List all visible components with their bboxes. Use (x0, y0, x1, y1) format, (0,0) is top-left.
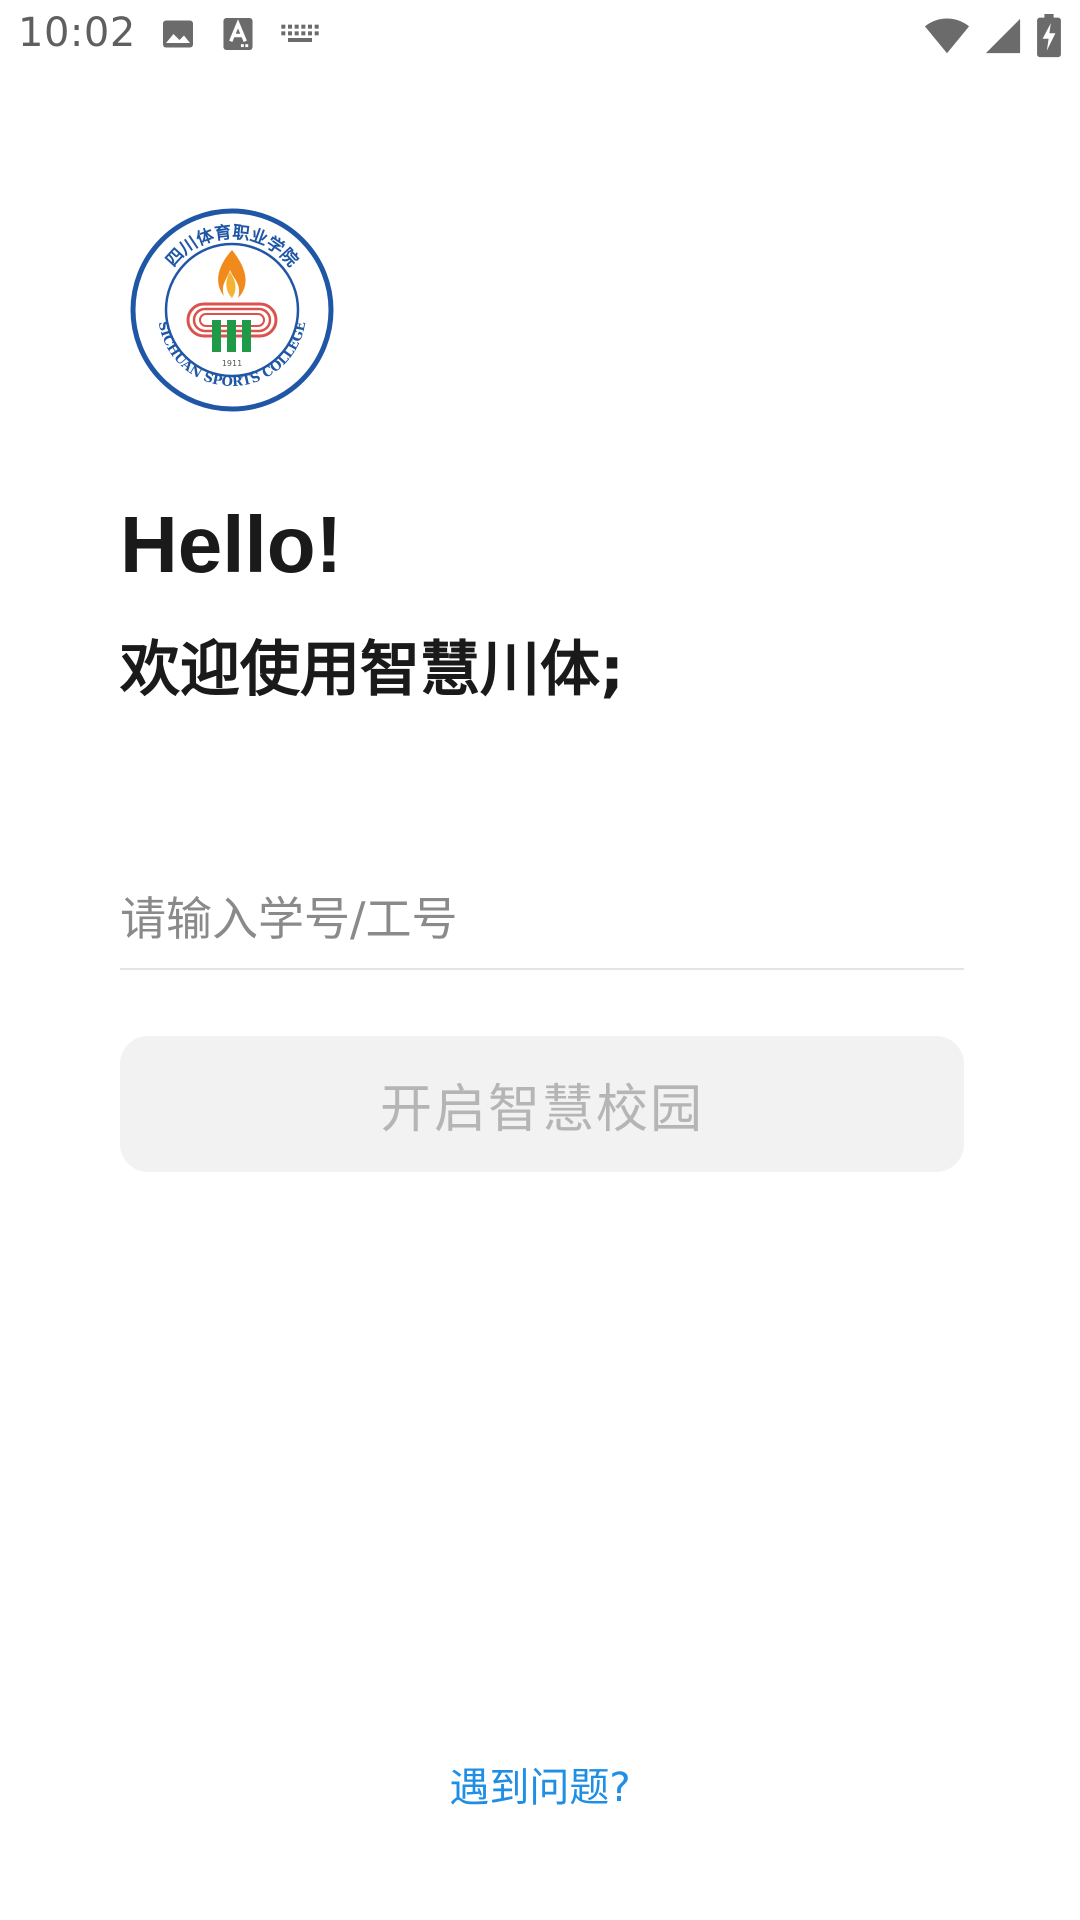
notification-icons (160, 16, 320, 52)
image-icon (160, 16, 196, 52)
logo-year: 1911 (222, 359, 242, 368)
system-icons (924, 14, 1062, 58)
start-smart-campus-button[interactable]: 开启智慧校园 (120, 1036, 964, 1172)
college-logo: 四川体育职业学院 SICHUAN SPORTS COLLEGE 1911 (130, 208, 334, 412)
wifi-icon (924, 16, 970, 56)
text-a-icon (222, 16, 254, 52)
cell-signal-icon (984, 16, 1022, 56)
help-link[interactable]: 遇到问题? (0, 1755, 1080, 1813)
keyboard-icon (280, 21, 320, 47)
status-bar: 10:02 (0, 0, 1080, 72)
status-time: 10:02 (18, 10, 136, 56)
battery-charging-icon (1036, 14, 1062, 58)
greeting-title: Hello! (120, 500, 343, 589)
welcome-subtitle: 欢迎使用智慧川体; (120, 635, 624, 705)
student-id-input[interactable] (120, 870, 964, 970)
login-screen: 10:02 四川体育职业学院 SICHUAN SPORTS COLLEGE 19… (0, 0, 1080, 1920)
